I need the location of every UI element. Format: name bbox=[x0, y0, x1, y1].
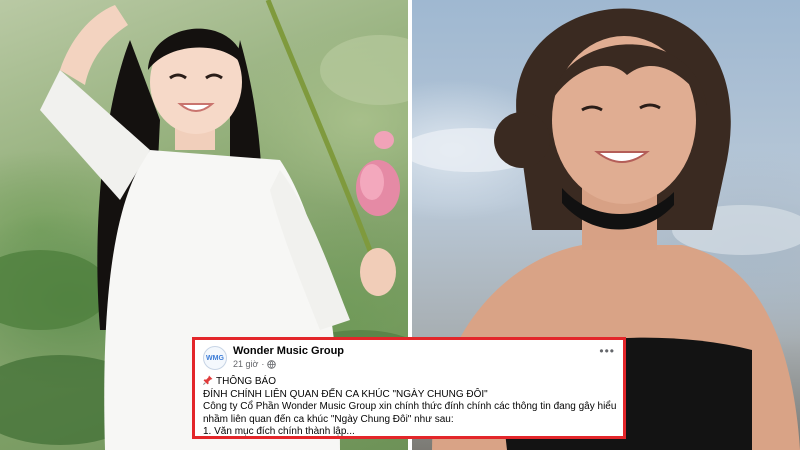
post-line-body-1: Công ty Cổ Phần Wonder Music Group xin c… bbox=[203, 401, 617, 412]
post-line-announcement: THÔNG BÁO bbox=[203, 375, 615, 389]
globe-icon bbox=[267, 359, 277, 369]
post-line-body-2: nhầm liên quan đến ca khúc "Ngày Chung Đ… bbox=[203, 413, 454, 425]
post-header: WMG Wonder Music Group 21 giờ · ••• bbox=[203, 345, 615, 370]
post-line-title: ĐÍNH CHÍNH LIÊN QUAN ĐẾN CA KHÚC "NGÀY C… bbox=[203, 388, 488, 400]
announcement-label: THÔNG BÁO bbox=[216, 376, 277, 387]
announcement-post-card: WMG Wonder Music Group 21 giờ · ••• THÔN… bbox=[192, 337, 626, 439]
pushpin-icon bbox=[203, 375, 213, 385]
post-body: THÔNG BÁO ĐÍNH CHÍNH LIÊN QUAN ĐẾN CA KH… bbox=[203, 375, 617, 437]
page-name-link[interactable]: Wonder Music Group bbox=[233, 345, 344, 358]
post-header-text: Wonder Music Group 21 giờ · bbox=[233, 345, 344, 370]
more-icon[interactable]: ••• bbox=[599, 345, 615, 357]
page-avatar[interactable]: WMG bbox=[203, 346, 227, 370]
meta-separator: · bbox=[261, 359, 265, 369]
post-timestamp[interactable]: 21 giờ bbox=[233, 358, 258, 370]
post-line-body-3: 1. Văn mục đích chính thành lập... bbox=[203, 426, 355, 437]
post-meta: 21 giờ · bbox=[233, 358, 344, 370]
